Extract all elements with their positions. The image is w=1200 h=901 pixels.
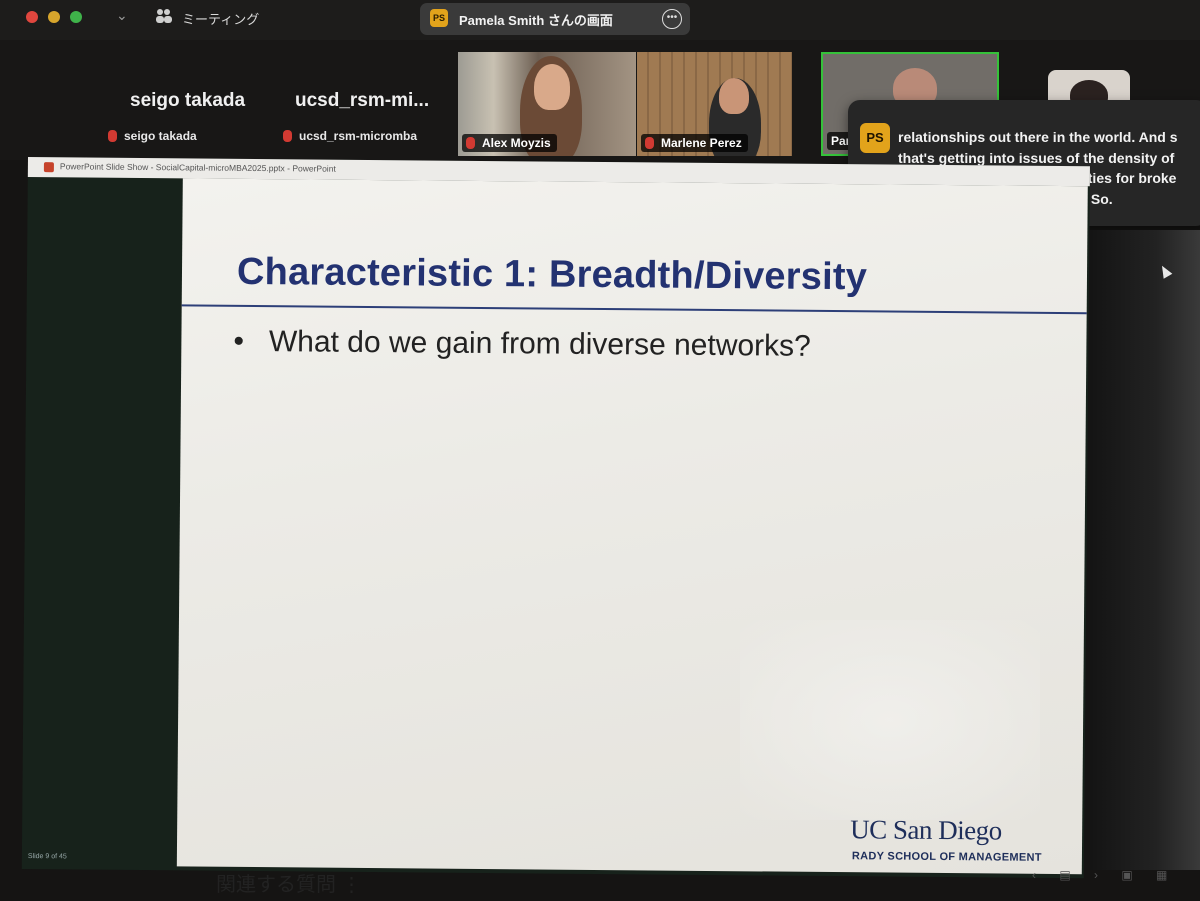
mic-muted-icon bbox=[283, 130, 292, 142]
mic-muted-icon bbox=[466, 137, 475, 149]
video-label: Marlene Perez bbox=[641, 134, 748, 152]
minimize-window-button[interactable] bbox=[48, 11, 60, 23]
caption-speaker-avatar: PS bbox=[860, 123, 890, 153]
participant-video-tile[interactable]: Alex Moyzis bbox=[458, 52, 636, 156]
close-window-button[interactable] bbox=[26, 11, 38, 23]
school-name: RADY SCHOOL OF MANAGEMENT bbox=[851, 850, 1042, 864]
participant-face bbox=[534, 64, 570, 110]
chevron-down-icon[interactable]: ⌄ bbox=[116, 7, 128, 24]
sharer-avatar: PS bbox=[430, 9, 448, 27]
participant-label: seigo takada bbox=[108, 129, 197, 143]
participant-label: ucsd_rsm-micromba bbox=[283, 129, 417, 143]
meeting-participants-icon bbox=[156, 9, 172, 23]
mic-muted-icon bbox=[108, 130, 117, 142]
more-options-icon[interactable]: ••• bbox=[662, 9, 682, 29]
title-divider bbox=[181, 304, 1087, 315]
slide-navigation-controls[interactable]: ‹ ▤ › ▣ ▦ bbox=[1032, 868, 1177, 882]
slide-bullet: • What do we gain from diverse networks? bbox=[233, 324, 811, 363]
screen-glare bbox=[740, 620, 1040, 820]
participant-video-tile[interactable]: Marlene Perez bbox=[637, 52, 792, 156]
share-title: Pamela Smith さんの画面 bbox=[459, 13, 613, 28]
bullet-icon: • bbox=[233, 324, 270, 359]
slide-counter: Slide 9 of 45 bbox=[27, 853, 67, 861]
related-questions-label[interactable]: 関連する質問 ⋮ bbox=[216, 868, 362, 897]
background-edge bbox=[1090, 230, 1200, 870]
mic-muted-icon bbox=[645, 137, 654, 149]
slide-title: Characteristic 1: Breadth/Diversity bbox=[236, 250, 868, 299]
video-label: Alex Moyzis bbox=[462, 134, 557, 152]
powerpoint-icon bbox=[43, 162, 54, 173]
meeting-label[interactable]: ミーティング bbox=[182, 9, 259, 28]
participant-name-tile[interactable]: seigo takada bbox=[130, 90, 245, 112]
fullscreen-window-button[interactable] bbox=[70, 11, 82, 23]
participant-face bbox=[719, 78, 749, 114]
participant-name-tile[interactable]: ucsd_rsm-mi... bbox=[295, 90, 429, 112]
